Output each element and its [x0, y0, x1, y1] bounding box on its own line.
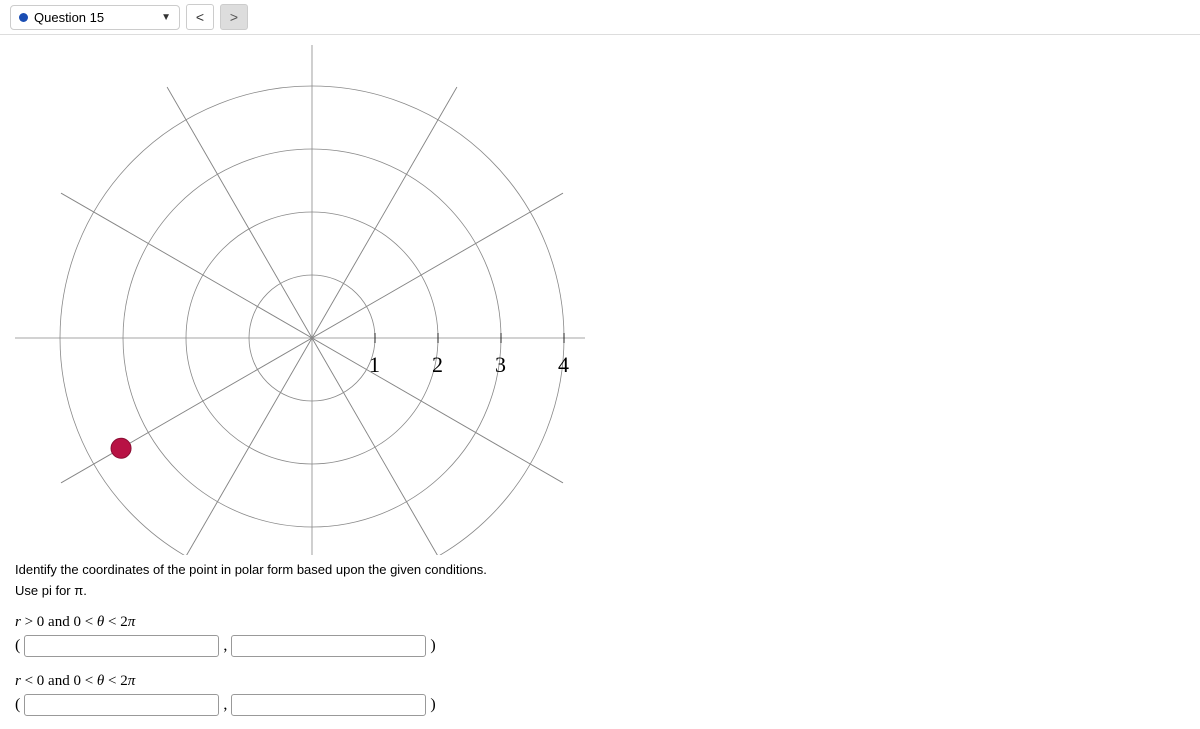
rparen: ) — [430, 696, 435, 714]
answer-2-r[interactable] — [24, 694, 219, 716]
plotted-point — [111, 438, 131, 458]
next-button[interactable]: > — [220, 4, 248, 30]
comma: , — [223, 637, 227, 655]
answer-2-theta[interactable] — [231, 694, 426, 716]
status-dot — [19, 13, 28, 22]
prompt-line-1: Identify the coordinates of the point in… — [15, 561, 1185, 579]
prompt-line-2: Use pi for π. — [15, 583, 1185, 598]
condition-2: r < 0 and 0 < θ < 2π — [15, 673, 1185, 690]
comma: , — [223, 696, 227, 714]
answer-1-theta[interactable] — [231, 635, 426, 657]
caret-down-icon: ▼ — [161, 12, 171, 23]
question-label: Question 15 — [34, 10, 104, 25]
prev-button[interactable]: < — [186, 4, 214, 30]
lparen: ( — [15, 696, 20, 714]
lparen: ( — [15, 637, 20, 655]
answer-1-r[interactable] — [24, 635, 219, 657]
question-selector[interactable]: Question 15 ▼ — [10, 5, 180, 30]
rparen: ) — [430, 637, 435, 655]
condition-1: r > 0 and 0 < θ < 2π — [15, 614, 1185, 631]
polar-chart: 1234 — [15, 45, 585, 555]
